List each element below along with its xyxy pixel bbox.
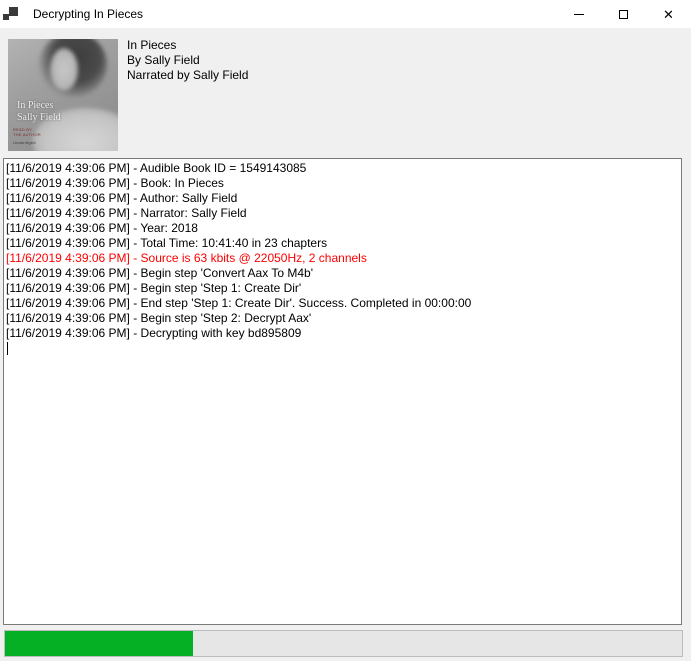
app-window: Decrypting In Pieces ✕ In Pieces Sally F… xyxy=(0,0,691,661)
log-line: [11/6/2019 4:39:06 PM] - Year: 2018 xyxy=(6,221,681,236)
book-cover-image: In Pieces Sally Field READ BY THE AUTHOR… xyxy=(8,39,118,151)
log-line: [11/6/2019 4:39:06 PM] - Book: In Pieces xyxy=(6,176,681,191)
titlebar: Decrypting In Pieces ✕ xyxy=(0,0,691,28)
close-button[interactable]: ✕ xyxy=(646,0,691,28)
cover-badge-line3: Unabridged xyxy=(13,140,41,145)
book-title: In Pieces xyxy=(127,38,248,53)
maximize-button[interactable] xyxy=(601,0,646,28)
log-line: [11/6/2019 4:39:06 PM] - Begin step 'Ste… xyxy=(6,311,681,326)
log-line: [11/6/2019 4:39:06 PM] - Source is 63 kb… xyxy=(6,251,681,266)
cover-author: Sally Field xyxy=(17,112,61,124)
log-lines: [11/6/2019 4:39:06 PM] - Audible Book ID… xyxy=(6,161,681,341)
cover-text-block: In Pieces Sally Field xyxy=(17,100,61,124)
log-line: [11/6/2019 4:39:06 PM] - Begin step 'Con… xyxy=(6,266,681,281)
cover-badge-line2: THE AUTHOR xyxy=(13,132,41,137)
log-line: [11/6/2019 4:39:06 PM] - Narrator: Sally… xyxy=(6,206,681,221)
log-line: [11/6/2019 4:39:06 PM] - Author: Sally F… xyxy=(6,191,681,206)
close-icon: ✕ xyxy=(663,8,674,21)
log-line: [11/6/2019 4:39:06 PM] - Decrypting with… xyxy=(6,326,681,341)
log-textbox[interactable]: [11/6/2019 4:39:06 PM] - Audible Book ID… xyxy=(3,158,682,625)
log-line: [11/6/2019 4:39:06 PM] - Begin step 'Ste… xyxy=(6,281,681,296)
cover-title: In Pieces xyxy=(17,100,61,112)
window-title: Decrypting In Pieces xyxy=(33,7,143,21)
log-line: [11/6/2019 4:39:06 PM] - Audible Book ID… xyxy=(6,161,681,176)
minimize-icon xyxy=(574,14,584,15)
maximize-icon xyxy=(619,10,628,19)
book-author: By Sally Field xyxy=(127,53,248,68)
text-caret xyxy=(7,342,8,355)
minimize-button[interactable] xyxy=(556,0,601,28)
log-line: [11/6/2019 4:39:06 PM] - End step 'Step … xyxy=(6,296,681,311)
log-line: [11/6/2019 4:39:06 PM] - Total Time: 10:… xyxy=(6,236,681,251)
cover-badge: READ BY THE AUTHOR Unabridged xyxy=(13,127,41,145)
book-info: In Pieces By Sally Field Narrated by Sal… xyxy=(127,38,248,83)
progress-fill xyxy=(5,631,193,656)
book-narrator: Narrated by Sally Field xyxy=(127,68,248,83)
progress-bar xyxy=(4,630,683,657)
app-icon-big-block xyxy=(9,7,18,16)
cover-art-face xyxy=(50,48,79,91)
app-blocks-icon xyxy=(3,6,19,22)
